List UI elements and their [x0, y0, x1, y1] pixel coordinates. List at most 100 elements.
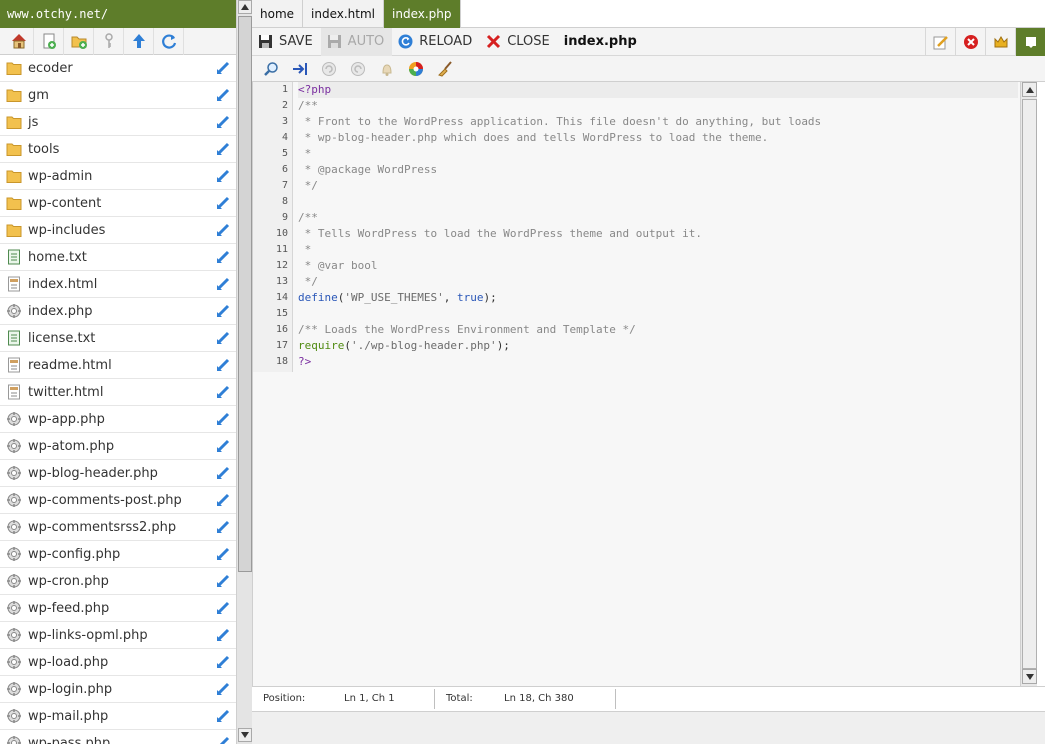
- edit-arrow-icon[interactable]: [215, 250, 230, 265]
- code-scrollbar[interactable]: [1020, 82, 1037, 686]
- edit-arrow-icon[interactable]: [215, 439, 230, 454]
- code-line[interactable]: /**: [298, 98, 1018, 114]
- file-name[interactable]: wp-feed.php: [28, 601, 236, 616]
- edit-arrow-icon[interactable]: [215, 682, 230, 697]
- scroll-up-arrow-icon[interactable]: [238, 0, 252, 14]
- edit-arrow-icon[interactable]: [215, 196, 230, 211]
- file-name[interactable]: wp-blog-header.php: [28, 466, 236, 481]
- goto-line-button[interactable]: [285, 56, 314, 82]
- file-name[interactable]: license.txt: [28, 331, 236, 346]
- code-line[interactable]: /**: [298, 210, 1018, 226]
- scroll-down-arrow-icon[interactable]: [238, 728, 252, 742]
- file-list-item[interactable]: wp-cron.php: [0, 568, 236, 595]
- refresh-button[interactable]: [154, 27, 184, 55]
- file-list-item[interactable]: wp-blog-header.php: [0, 460, 236, 487]
- edit-arrow-icon[interactable]: [215, 304, 230, 319]
- file-name[interactable]: js: [28, 115, 236, 130]
- file-name[interactable]: gm: [28, 88, 236, 103]
- bell-button[interactable]: [372, 56, 401, 82]
- edit-arrow-icon[interactable]: [215, 628, 230, 643]
- code-line[interactable]: require('./wp-blog-header.php');: [298, 338, 1018, 354]
- code-scrollbar-thumb[interactable]: [1022, 99, 1037, 669]
- tab-index-php[interactable]: index.php: [384, 0, 461, 28]
- file-name[interactable]: ecoder: [28, 61, 236, 76]
- code-line[interactable]: define('WP_USE_THEMES', true);: [298, 290, 1018, 306]
- code-scroll-down-arrow-icon[interactable]: [1022, 669, 1037, 684]
- file-name[interactable]: wp-load.php: [28, 655, 236, 670]
- edit-arrow-icon[interactable]: [215, 88, 230, 103]
- code-line[interactable]: * Tells WordPress to load the WordPress …: [298, 226, 1018, 242]
- file-name[interactable]: wp-cron.php: [28, 574, 236, 589]
- file-list-item[interactable]: wp-login.php: [0, 676, 236, 703]
- file-name[interactable]: wp-config.php: [28, 547, 236, 562]
- code-line[interactable]: [298, 306, 1018, 322]
- close-button[interactable]: CLOSE: [480, 28, 558, 56]
- edit-arrow-icon[interactable]: [215, 358, 230, 373]
- file-list-item[interactable]: wp-mail.php: [0, 703, 236, 730]
- file-name[interactable]: tools: [28, 142, 236, 157]
- code-line[interactable]: * @var bool: [298, 258, 1018, 274]
- file-list-item[interactable]: wp-admin: [0, 163, 236, 190]
- edit-arrow-icon[interactable]: [215, 493, 230, 508]
- permissions-button[interactable]: [94, 27, 124, 55]
- new-folder-button[interactable]: [64, 27, 94, 55]
- file-list-item[interactable]: wp-links-opml.php: [0, 622, 236, 649]
- clean-button[interactable]: [430, 56, 459, 82]
- edit-arrow-icon[interactable]: [215, 709, 230, 724]
- undo-button[interactable]: [314, 56, 343, 82]
- file-list-item[interactable]: wp-content: [0, 190, 236, 217]
- code-line[interactable]: * wp-blog-header.php which does and tell…: [298, 130, 1018, 146]
- file-list-item[interactable]: index.html: [0, 271, 236, 298]
- edit-arrow-icon[interactable]: [215, 331, 230, 346]
- edit-arrow-icon[interactable]: [215, 61, 230, 76]
- edit-arrow-icon[interactable]: [215, 115, 230, 130]
- file-list-item[interactable]: js: [0, 109, 236, 136]
- code-line[interactable]: */: [298, 274, 1018, 290]
- file-list-item[interactable]: home.txt: [0, 244, 236, 271]
- file-name[interactable]: wp-comments-post.php: [28, 493, 236, 508]
- code-editor[interactable]: 1 2 3 4 5 6 7 8 9 10 11 12 13 14 15 16 17 18 <?php/** * F…: [252, 82, 1037, 686]
- file-list-item[interactable]: wp-load.php: [0, 649, 236, 676]
- file-list-item[interactable]: ecoder: [0, 55, 236, 82]
- file-list-item[interactable]: gm: [0, 82, 236, 109]
- file-list-item[interactable]: wp-app.php: [0, 406, 236, 433]
- file-name[interactable]: twitter.html: [28, 385, 236, 400]
- edit-arrow-icon[interactable]: [215, 520, 230, 535]
- code-line[interactable]: /** Loads the WordPress Environment and …: [298, 322, 1018, 338]
- code-line[interactable]: * @package WordPress: [298, 162, 1018, 178]
- file-name[interactable]: home.txt: [28, 250, 236, 265]
- edit-note-button[interactable]: [925, 28, 955, 56]
- code-line[interactable]: <?php: [298, 82, 1018, 98]
- edit-arrow-icon[interactable]: [215, 655, 230, 670]
- file-name[interactable]: wp-includes: [28, 223, 236, 238]
- file-list-item[interactable]: index.php: [0, 298, 236, 325]
- file-list-item[interactable]: twitter.html: [0, 379, 236, 406]
- edit-arrow-icon[interactable]: [215, 223, 230, 238]
- file-name[interactable]: wp-app.php: [28, 412, 236, 427]
- file-list-item[interactable]: wp-atom.php: [0, 433, 236, 460]
- edit-arrow-icon[interactable]: [215, 169, 230, 184]
- code-line[interactable]: ?>: [298, 354, 1018, 370]
- code-content[interactable]: <?php/** * Front to the WordPress applic…: [298, 82, 1018, 370]
- file-name[interactable]: wp-pass.php: [28, 736, 236, 744]
- edit-arrow-icon[interactable]: [215, 412, 230, 427]
- file-name[interactable]: wp-mail.php: [28, 709, 236, 724]
- file-list-item[interactable]: license.txt: [0, 325, 236, 352]
- info-button[interactable]: [1015, 28, 1045, 56]
- edit-arrow-icon[interactable]: [215, 277, 230, 292]
- edit-arrow-icon[interactable]: [215, 385, 230, 400]
- edit-arrow-icon[interactable]: [215, 547, 230, 562]
- auto-button[interactable]: AUTO: [320, 27, 393, 56]
- code-line[interactable]: [298, 194, 1018, 210]
- find-button[interactable]: [256, 56, 285, 82]
- edit-arrow-icon[interactable]: [215, 736, 230, 744]
- syntax-color-button[interactable]: [401, 56, 430, 82]
- edit-arrow-icon[interactable]: [215, 574, 230, 589]
- edit-arrow-icon[interactable]: [215, 601, 230, 616]
- file-list-item[interactable]: wp-config.php: [0, 541, 236, 568]
- file-name[interactable]: wp-admin: [28, 169, 236, 184]
- code-line[interactable]: */: [298, 178, 1018, 194]
- file-list-item[interactable]: wp-feed.php: [0, 595, 236, 622]
- file-name[interactable]: index.html: [28, 277, 236, 292]
- file-list-item[interactable]: tools: [0, 136, 236, 163]
